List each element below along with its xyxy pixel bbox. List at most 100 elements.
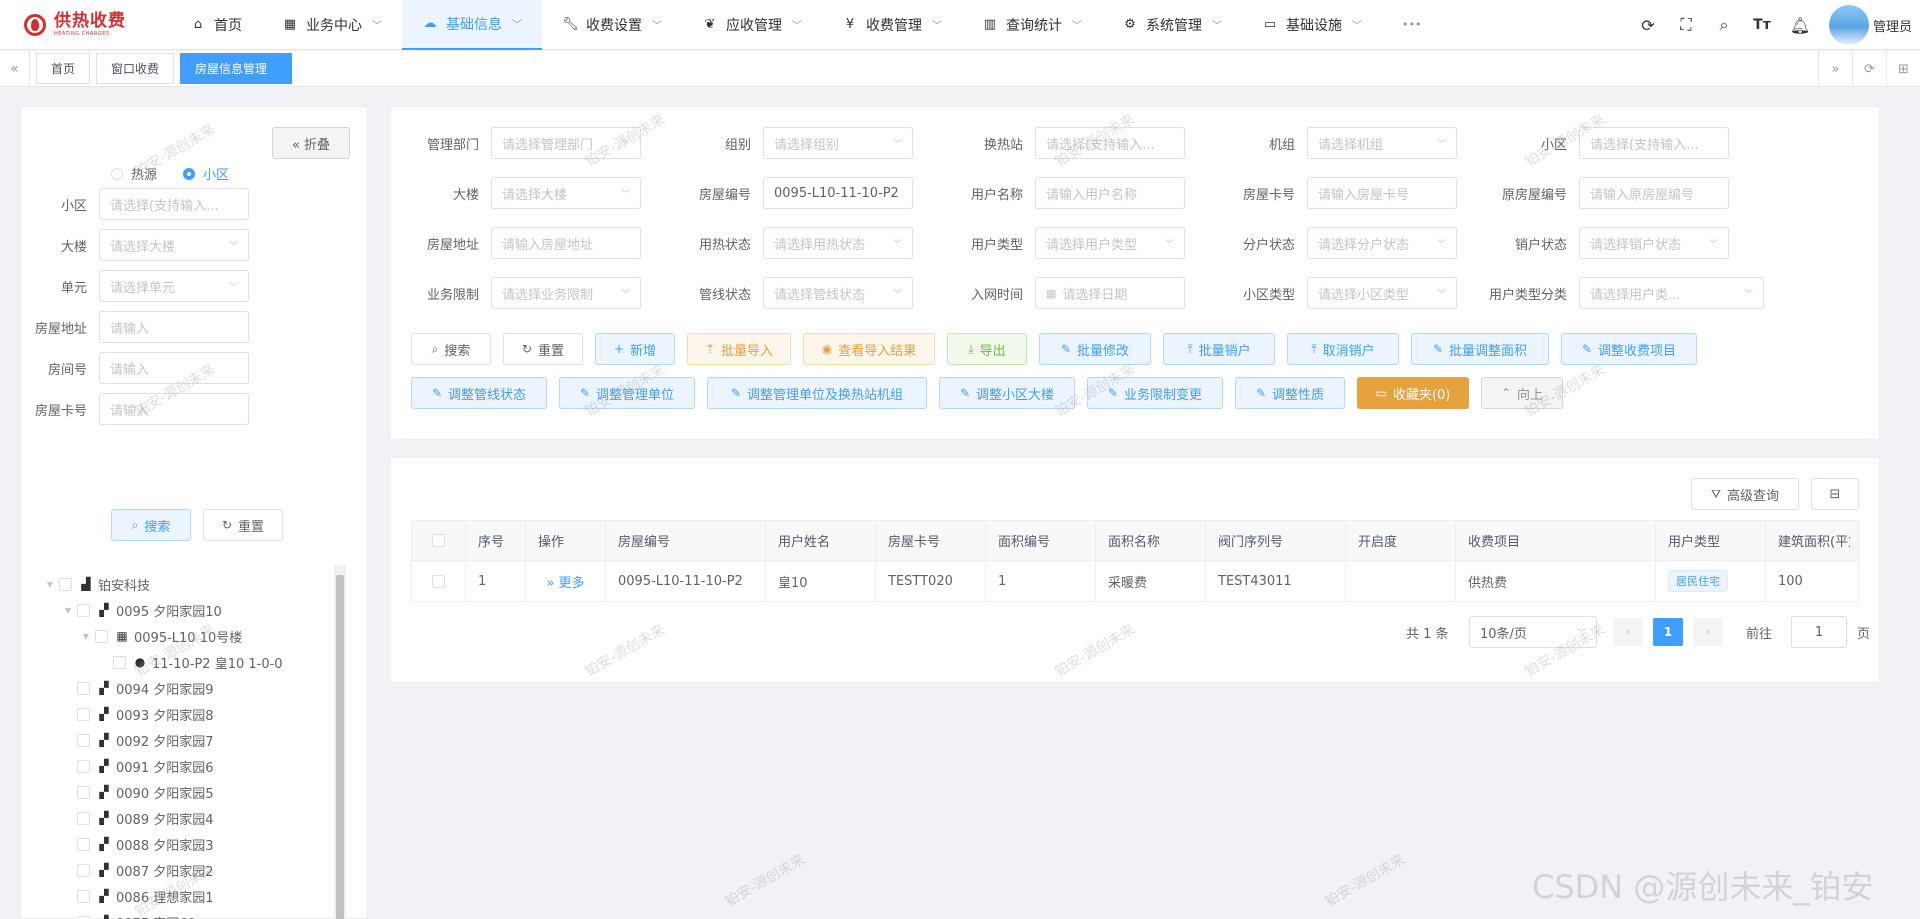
search-input[interactable]: 请选择(支持输入... <box>1579 127 1729 159</box>
tree-node[interactable]: ▞ 0093 夕阳家园8 <box>21 701 341 727</box>
row-checkbox[interactable] <box>432 574 445 588</box>
buttons_row1-button-8[interactable]: ⤒ 取消销户 <box>1287 333 1399 365</box>
left-field-input[interactable]: 请输入 <box>99 352 249 384</box>
tags-refresh-icon[interactable]: ⟳ <box>1852 51 1886 87</box>
search-input[interactable]: 请选择机组 ﹀ <box>1307 127 1457 159</box>
search-input[interactable]: 请选择管线状态 ﹀ <box>763 277 913 309</box>
bell-icon[interactable]: 🔔︎ <box>1781 16 1819 35</box>
buttons_row2-button-0[interactable]: ✎ 调整管线状态 <box>411 377 547 409</box>
tree-node[interactable]: ▞ 0075 家园60 <box>21 909 341 919</box>
search-input[interactable]: 请选择用热状态 ﹀ <box>763 227 913 259</box>
tree-checkbox[interactable] <box>77 733 90 747</box>
buttons_row2-button-1[interactable]: ✎ 调整管理单位 <box>559 377 695 409</box>
avatar[interactable] <box>1828 5 1869 45</box>
menu-item-0[interactable]: ⌂ 首页 <box>170 0 262 50</box>
buttons_row2-button-5[interactable]: ✎ 调整性质 <box>1235 377 1345 409</box>
buttons_row1-button-0[interactable]: ⌕ 搜索 <box>411 333 491 365</box>
tree-checkbox[interactable] <box>113 655 126 669</box>
caret-down-icon[interactable]: ▼ <box>61 606 75 615</box>
search-input[interactable]: 请输入房屋卡号 <box>1307 177 1457 209</box>
tree-checkbox[interactable] <box>95 629 108 643</box>
tree-checkbox[interactable] <box>77 811 90 825</box>
tree-scrollbar[interactable] <box>334 565 346 919</box>
tags-scroll-left-icon[interactable]: « <box>0 50 30 87</box>
buttons_row1-button-1[interactable]: ↻ 重置 <box>503 333 583 365</box>
menu-item-8[interactable]: ▭ 基础设施 ﹀ <box>1242 0 1382 50</box>
tree-node[interactable]: ▞ 0088 夕阳家园3 <box>21 831 341 857</box>
tag-2[interactable]: 房屋信息管理 <box>180 53 293 84</box>
buttons_row1-button-10[interactable]: ✎ 调整收费项目 <box>1561 333 1697 365</box>
tree-node[interactable]: ▞ 0090 夕阳家园5 <box>21 779 341 805</box>
tree-checkbox[interactable] <box>77 915 90 919</box>
search-input[interactable]: 请选择管理部门 ﹀ <box>491 127 641 159</box>
left-search-button[interactable]: ⌕ 搜索 <box>111 509 191 541</box>
tree-node[interactable]: ▼ ▟ 铂安科技 <box>21 571 341 597</box>
tree-checkbox[interactable] <box>59 577 72 591</box>
refresh-icon[interactable]: ⟳ <box>1629 16 1667 35</box>
brand-logo[interactable]: 供热收费 HEATING CHARGES <box>0 0 170 50</box>
tree-node[interactable]: ▞ 0089 夕阳家园4 <box>21 805 341 831</box>
search-input[interactable]: 请输入用户名称 <box>1035 177 1185 209</box>
tree-node[interactable]: ▞ 0091 夕阳家园6 <box>21 753 341 779</box>
prev-page-button[interactable]: ‹ <box>1613 618 1643 646</box>
search-input[interactable]: 请选择用户类... ﹀ <box>1579 277 1764 309</box>
tree-checkbox[interactable] <box>77 837 90 851</box>
menu-item-3[interactable]: 🔧︎ 收费设置 ﹀ <box>542 0 682 50</box>
next-page-button[interactable]: › <box>1693 618 1723 646</box>
tree-checkbox[interactable] <box>77 863 90 877</box>
buttons_row2-button-7[interactable]: ⌃ 向上 <box>1481 377 1563 409</box>
menu-item-1[interactable]: ▦ 业务中心 ﹀ <box>262 0 402 50</box>
buttons_row1-button-7[interactable]: ⤒ 批量销户 <box>1163 333 1275 365</box>
tree-node[interactable]: ▞ 0086 理想家园1 <box>21 883 341 909</box>
buttons_row1-button-6[interactable]: ✎ 批量修改 <box>1039 333 1151 365</box>
tags-menu-icon[interactable]: ⊞ <box>1886 51 1920 87</box>
more-link[interactable]: » 更多 <box>546 572 584 591</box>
buttons_row2-button-4[interactable]: ✎ 业务限制变更 <box>1087 377 1223 409</box>
fullscreen-icon[interactable]: ⛶ <box>1667 15 1705 35</box>
table-row[interactable]: 1» 更多 0095-L10-11-10-P2 皇10 TESTT020 1 采暖费 TES… <box>412 561 1858 601</box>
buttons_row1-button-2[interactable]: + 新增 <box>595 333 675 365</box>
search-input[interactable]: 请选择大楼 ﹀ <box>491 177 641 209</box>
search-input[interactable]: 请选择分户状态 ﹀ <box>1307 227 1457 259</box>
buttons_row1-button-4[interactable]: ◉ 查看导入结果 <box>803 333 935 365</box>
goto-page-input[interactable]: 1 <box>1791 616 1847 648</box>
buttons_row2-button-6[interactable]: ▭ 收藏夹(0) <box>1357 377 1469 409</box>
buttons_row2-button-2[interactable]: ✎ 调整管理单位及换热站机组 <box>707 377 927 409</box>
buttons_row2-button-3[interactable]: ✎ 调整小区大楼 <box>939 377 1075 409</box>
menu-item-4[interactable]: ❦ 应收管理 ﹀ <box>682 0 822 50</box>
advanced-query-button[interactable]: ⛛ 高级查询 <box>1691 478 1799 510</box>
caret-down-icon[interactable]: ▼ <box>43 580 57 589</box>
user-name[interactable]: 管理员 <box>1873 16 1912 35</box>
tree-node[interactable]: ▞ 0092 夕阳家园7 <box>21 727 341 753</box>
search-input[interactable]: 0095-L10-11-10-P2 <box>763 177 913 209</box>
left-field-input[interactable]: 请选择(支持输入... <box>99 188 249 220</box>
menu-item-5[interactable]: ¥ 收费管理 ﹀ <box>822 0 962 50</box>
search-input[interactable]: 请选择业务限制 ﹀ <box>491 277 641 309</box>
buttons_row1-button-5[interactable]: ⤓ 导出 <box>947 333 1027 365</box>
menu-item-2[interactable]: ☁ 基础信息 ﹀ <box>402 0 542 50</box>
left-field-input[interactable]: 请选择单元 ﹀ <box>99 270 249 302</box>
font-size-icon[interactable]: Tт <box>1743 17 1781 33</box>
left-reset-button[interactable]: ↻ 重置 <box>203 509 283 541</box>
tree-checkbox[interactable] <box>77 681 90 695</box>
search-input[interactable]: 请输入房屋地址 <box>491 227 641 259</box>
radio-0[interactable]: 热源 <box>111 164 157 183</box>
tree-checkbox[interactable] <box>77 785 90 799</box>
search-input[interactable]: 请选择组别 ﹀ <box>763 127 913 159</box>
buttons_row1-button-3[interactable]: ⇡ 批量导入 <box>687 333 791 365</box>
tree-checkbox[interactable] <box>77 889 90 903</box>
left-field-input[interactable]: 请输入 <box>99 393 249 425</box>
collapse-button[interactable]: « 折叠 <box>272 127 350 159</box>
search-input[interactable]: 请选择销户状态 ﹀ <box>1579 227 1729 259</box>
menu-item-7[interactable]: ⚙ 系统管理 ﹀ <box>1102 0 1242 50</box>
tags-scroll-right-icon[interactable]: » <box>1818 51 1852 87</box>
tree-checkbox[interactable] <box>77 603 90 617</box>
menu-item-6[interactable]: ▥ 查询统计 ﹀ <box>962 0 1102 50</box>
column-settings-button[interactable]: ⊟ <box>1811 478 1859 510</box>
search-input[interactable]: ▦ 请选择日期 <box>1035 277 1185 309</box>
search-icon[interactable]: ⌕ <box>1705 15 1743 35</box>
tree-node[interactable]: ▞ 0087 夕阳家园2 <box>21 857 341 883</box>
search-input[interactable]: 请输入原房屋编号 <box>1579 177 1729 209</box>
tree-checkbox[interactable] <box>77 707 90 721</box>
tree-node[interactable]: ▼ ▦ 0095-L10 10号楼 <box>21 623 341 649</box>
